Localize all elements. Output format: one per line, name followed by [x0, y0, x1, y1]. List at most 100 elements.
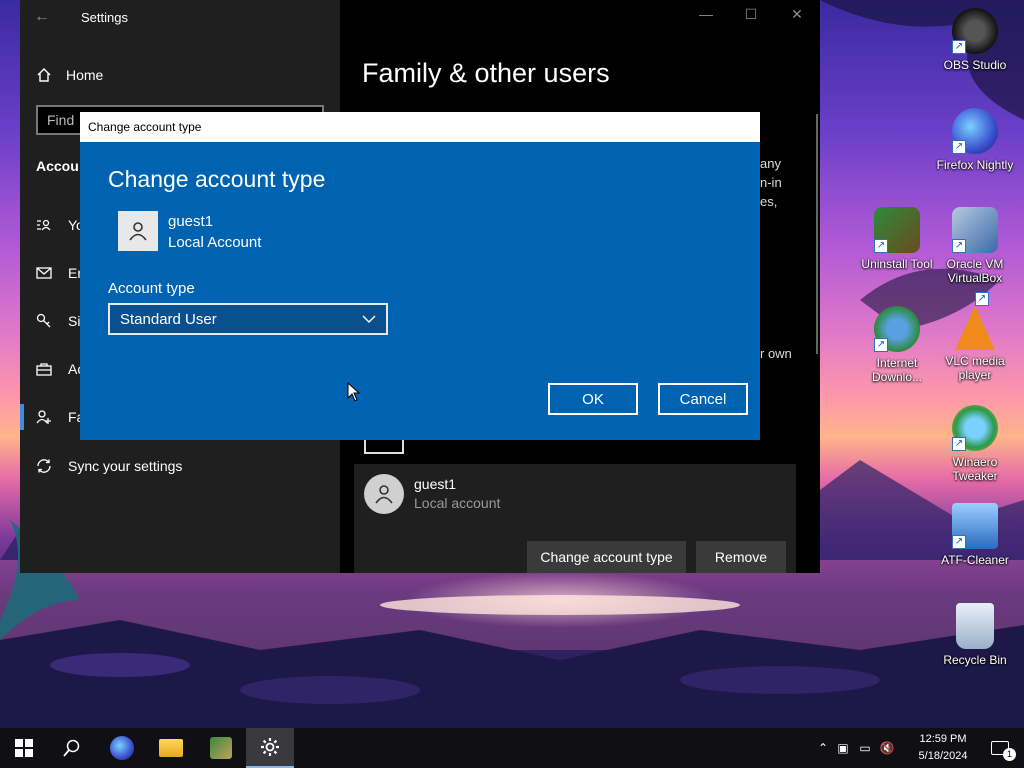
account-type-select[interactable]: Standard User [108, 303, 388, 335]
nav-item-your-info[interactable]: Yo [36, 213, 84, 237]
desktop-icon-internet-download[interactable]: ↗ Internet Downlo... [857, 306, 937, 384]
desktop-icon-uninstall-tool[interactable]: ↗ Uninstall Tool [857, 207, 937, 271]
user-avatar-icon [364, 474, 404, 514]
nav-item-access[interactable]: Ac [36, 357, 84, 381]
dialog-titlebar: Change account type [80, 112, 760, 142]
nav-item-family[interactable]: Fa [36, 405, 84, 429]
account-type-selected-value: Standard User [120, 310, 217, 328]
taskbar-settings[interactable] [246, 728, 294, 768]
app-icon [210, 737, 232, 759]
briefcase-icon [36, 361, 52, 377]
desktop-icon-label: Recycle Bin [943, 653, 1007, 667]
atf-cleaner-icon: ↗ [952, 503, 998, 549]
chevron-down-icon [362, 315, 376, 323]
nav-item-sync[interactable]: Sync your settings [36, 454, 182, 478]
taskbar-app[interactable] [197, 728, 245, 768]
desktop-icon-atf-cleaner[interactable]: ↗ ATF-Cleaner [935, 503, 1015, 567]
obs-icon: ↗ [952, 8, 998, 54]
windows-logo-icon [15, 739, 33, 757]
folder-icon [159, 739, 183, 757]
clock-time: 12:59 PM [919, 733, 967, 745]
taskbar-file-explorer[interactable] [147, 728, 195, 768]
maximize-button[interactable]: ☐ [728, 6, 774, 28]
nav-home[interactable]: Home [36, 64, 103, 86]
change-account-type-dialog: Change account type Change account type … [80, 112, 760, 440]
add-person-icon [36, 409, 52, 425]
close-button[interactable]: ✕ [774, 6, 820, 28]
dialog-user-subtitle: Local Account [168, 234, 262, 251]
desktop-icon-obs-studio[interactable]: ↗ OBS Studio [935, 8, 1015, 72]
dialog-user-name: guest1 [168, 213, 214, 230]
desktop-icon-label: Oracle VM VirtualBox [946, 257, 1004, 285]
home-icon [36, 67, 52, 83]
user-card-name: guest1 [414, 476, 457, 492]
nav-section-accounts: Accou [36, 158, 79, 174]
nav-item-sign-in[interactable]: Si [36, 309, 80, 333]
minimize-button[interactable]: — [683, 6, 729, 28]
desktop-icon-label: Uninstall Tool [861, 257, 933, 271]
nav-selected-indicator [20, 404, 24, 430]
system-tray: ⌃ ▣ ▭ 🔇 [814, 728, 898, 768]
start-button[interactable] [0, 728, 48, 768]
desktop-icon-label: VLC media player [945, 354, 1005, 382]
settings-titlebar: ← Settings — ☐ ✕ [20, 0, 820, 34]
nav-item-email[interactable]: En [36, 261, 85, 285]
desktop-icon-recycle-bin[interactable]: Recycle Bin [935, 603, 1015, 667]
nav-item-label: Si [68, 313, 81, 329]
chevron-up-icon[interactable]: ⌃ [814, 741, 832, 755]
search-button[interactable] [48, 728, 96, 768]
remove-button[interactable]: Remove [696, 541, 786, 573]
vlc-cone-icon: ↗ [955, 292, 995, 350]
taskbar: ⌃ ▣ ▭ 🔇 12:59 PM 5/18/2024 1 [0, 728, 1024, 768]
desktop-icon-label: ATF-Cleaner [941, 553, 1009, 567]
dialog-user-avatar-icon [118, 211, 158, 251]
desktop-icon-winaero-tweaker[interactable]: ↗ Winaero Tweaker [935, 405, 1015, 483]
recycle-bin-icon [956, 603, 994, 649]
nav-item-label: Sync your settings [68, 458, 183, 474]
clock-date: 5/18/2024 [918, 750, 968, 762]
window-title: Settings [81, 10, 128, 25]
internet-download-manager-icon: ↗ [874, 306, 920, 352]
firefox-nightly-icon: ↗ [952, 108, 998, 154]
user-card-guest1[interactable]: guest1 Local account Change account type… [354, 464, 796, 573]
search-icon [63, 739, 80, 757]
display-icon[interactable]: ▭ [854, 741, 876, 755]
desktop-icon-firefox-nightly[interactable]: ↗ Firefox Nightly [935, 108, 1015, 172]
desktop-icon-label: Internet Downlo... [871, 356, 923, 384]
content-scrollbar[interactable] [816, 114, 818, 354]
text-fragment: n-in [760, 175, 782, 190]
desktop-icon-virtualbox[interactable]: ↗ Oracle VM VirtualBox [935, 207, 1015, 285]
cancel-button[interactable]: Cancel [658, 383, 748, 415]
gear-icon [261, 738, 279, 756]
desktop-icon-vlc[interactable]: ↗ VLC media player [935, 292, 1015, 382]
key-icon [36, 313, 52, 329]
desktop-icon-label: Winaero Tweaker [952, 455, 998, 483]
mail-icon [36, 265, 52, 281]
change-account-type-button[interactable]: Change account type [527, 541, 686, 573]
network-icon[interactable]: ▣ [832, 741, 854, 755]
notification-count: 1 [1003, 748, 1016, 761]
text-fragment: es, [760, 194, 778, 209]
search-placeholder: Find [47, 112, 75, 128]
winaero-tweaker-icon: ↗ [952, 405, 998, 451]
back-arrow-icon[interactable]: ← [34, 8, 50, 26]
desktop-icon-label: OBS Studio [943, 58, 1007, 72]
account-type-label: Account type [108, 280, 195, 297]
nav-home-label: Home [66, 67, 104, 83]
ok-button[interactable]: OK [548, 383, 638, 415]
text-fragment: any [760, 156, 781, 171]
page-title: Family & other users [362, 58, 610, 88]
action-center-button[interactable]: 1 [976, 728, 1024, 768]
dialog-heading: Change account type [108, 166, 326, 192]
taskbar-firefox[interactable] [98, 728, 146, 768]
desktop-icon-label: Firefox Nightly [936, 158, 1014, 172]
taskbar-clock[interactable]: 12:59 PM 5/18/2024 [912, 731, 974, 765]
notification-icon: 1 [991, 741, 1016, 761]
user-card-subtitle: Local account [414, 495, 501, 511]
volume-muted-icon[interactable]: 🔇 [876, 741, 898, 755]
mouse-cursor-icon [347, 382, 361, 402]
text-fragment: r own [760, 346, 792, 361]
contact-card-icon [36, 217, 52, 233]
virtualbox-icon: ↗ [952, 207, 998, 253]
firefox-icon [110, 736, 134, 760]
